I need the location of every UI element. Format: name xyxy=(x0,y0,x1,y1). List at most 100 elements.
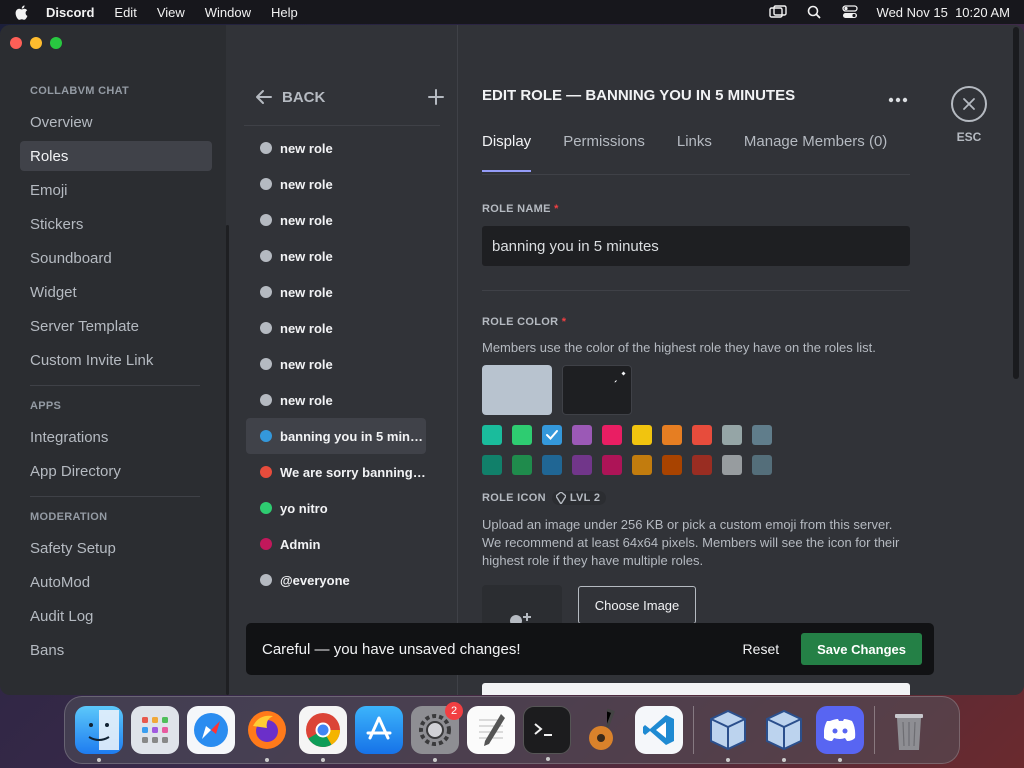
color-swatch[interactable] xyxy=(722,425,742,445)
garageband-icon[interactable] xyxy=(579,706,627,754)
sidebar-item-automod[interactable]: AutoMod xyxy=(20,567,212,597)
color-swatch[interactable] xyxy=(602,425,622,445)
role-item[interactable]: new role xyxy=(246,274,426,310)
zoom-window-button[interactable] xyxy=(50,37,62,49)
menu-view[interactable]: View xyxy=(157,5,185,20)
tab-display[interactable]: Display xyxy=(482,133,532,172)
default-color-swatch[interactable] xyxy=(482,365,552,415)
virtualbox-icon[interactable] xyxy=(704,706,752,762)
trash-icon[interactable] xyxy=(885,706,933,754)
role-name: new role xyxy=(280,284,333,300)
esc-close[interactable]: ESC xyxy=(951,86,987,144)
sidebar-item-app-directory[interactable]: App Directory xyxy=(20,456,212,486)
color-swatch[interactable] xyxy=(722,455,742,475)
sidebar-item-bans[interactable]: Bans xyxy=(20,635,212,665)
role-item[interactable]: Admin xyxy=(246,526,426,562)
menu-edit[interactable]: Edit xyxy=(114,5,136,20)
spotlight-search-icon[interactable] xyxy=(805,5,823,19)
role-color-description: Members use the color of the highest rol… xyxy=(482,340,876,355)
vscode-icon[interactable] xyxy=(635,706,683,754)
role-item[interactable]: new role xyxy=(246,202,426,238)
color-swatch[interactable] xyxy=(752,455,772,475)
role-item[interactable]: We are sorry banning you xyxy=(246,454,426,490)
role-item[interactable]: new role xyxy=(246,310,426,346)
role-item[interactable]: new role xyxy=(246,238,426,274)
sidebar-item-overview[interactable]: Overview xyxy=(20,107,212,137)
color-swatch[interactable] xyxy=(602,455,622,475)
role-list-scrollbar[interactable] xyxy=(226,225,229,695)
color-swatch[interactable] xyxy=(482,425,502,445)
back-arrow-icon[interactable] xyxy=(254,87,274,107)
chrome-icon[interactable] xyxy=(299,706,347,762)
more-options-icon[interactable] xyxy=(888,91,908,103)
firefox-icon[interactable] xyxy=(243,706,291,762)
color-swatch[interactable] xyxy=(572,425,592,445)
close-icon[interactable] xyxy=(951,86,987,122)
sidebar-item-safety-setup[interactable]: Safety Setup xyxy=(20,533,212,563)
color-swatch[interactable] xyxy=(512,425,532,445)
tab-manage-members[interactable]: Manage Members (0) xyxy=(744,133,887,172)
role-name-input[interactable]: banning you in 5 minutes xyxy=(482,226,910,266)
sidebar-item-audit-log[interactable]: Audit Log xyxy=(20,601,212,631)
color-swatch[interactable] xyxy=(572,455,592,475)
role-item[interactable]: new role xyxy=(246,346,426,382)
custom-color-swatch[interactable] xyxy=(562,365,632,415)
color-swatch[interactable] xyxy=(512,455,532,475)
color-swatch[interactable] xyxy=(692,455,712,475)
terminal-icon[interactable] xyxy=(523,706,571,761)
sidebar-item-widget[interactable]: Widget xyxy=(20,277,212,307)
sidebar-item-soundboard[interactable]: Soundboard xyxy=(20,243,212,273)
control-center-icon[interactable] xyxy=(841,5,859,19)
app-store-icon[interactable] xyxy=(355,706,403,754)
color-swatch[interactable] xyxy=(542,425,562,445)
color-swatch[interactable] xyxy=(752,425,772,445)
role-item[interactable]: @everyone xyxy=(246,562,426,598)
role-color-label: ROLE COLOR * xyxy=(482,316,566,328)
finder-icon[interactable] xyxy=(75,706,123,762)
tab-links[interactable]: Links xyxy=(677,133,712,172)
role-item[interactable]: new role xyxy=(246,130,426,166)
menubar-clock[interactable]: Wed Nov 15 10:20 AM xyxy=(877,5,1010,20)
color-swatch[interactable] xyxy=(632,425,652,445)
add-role-icon[interactable] xyxy=(428,89,444,105)
sidebar-item-emoji[interactable]: Emoji xyxy=(20,175,212,205)
virtualbox-icon[interactable] xyxy=(760,706,808,762)
launchpad-icon[interactable] xyxy=(131,706,179,754)
menu-help[interactable]: Help xyxy=(271,5,298,20)
role-item[interactable]: banning you in 5 minutes xyxy=(246,418,426,454)
color-swatch[interactable] xyxy=(482,455,502,475)
sidebar-item-roles[interactable]: Roles xyxy=(20,141,212,171)
apple-icon[interactable] xyxy=(14,4,28,20)
color-swatch[interactable] xyxy=(632,455,652,475)
save-changes-button[interactable]: Save Changes xyxy=(801,633,922,665)
main-scrollbar[interactable] xyxy=(1013,27,1019,379)
color-swatch[interactable] xyxy=(542,455,562,475)
sidebar-item-custom-invite-link[interactable]: Custom Invite Link xyxy=(20,345,212,375)
discord-icon[interactable] xyxy=(816,706,864,762)
notification-badge: 2 xyxy=(445,702,463,720)
color-swatch[interactable] xyxy=(692,425,712,445)
role-icon-upload-box[interactable] xyxy=(482,585,562,625)
role-item[interactable]: yo nitro xyxy=(246,490,426,526)
sidebar-item-stickers[interactable]: Stickers xyxy=(20,209,212,239)
screen-mirror-icon[interactable] xyxy=(768,5,787,19)
back-button[interactable]: BACK xyxy=(282,89,325,106)
textedit-icon[interactable] xyxy=(467,706,515,754)
menu-app-name[interactable]: Discord xyxy=(46,5,94,20)
reset-button[interactable]: Reset xyxy=(743,641,780,657)
sidebar-item-server-template[interactable]: Server Template xyxy=(20,311,212,341)
sidebar-item-integrations[interactable]: Integrations xyxy=(20,422,212,452)
color-swatch[interactable] xyxy=(662,425,682,445)
menu-window[interactable]: Window xyxy=(205,5,251,20)
close-window-button[interactable] xyxy=(10,37,22,49)
role-color-dot xyxy=(260,394,272,406)
choose-image-button[interactable]: Choose Image xyxy=(578,586,696,624)
safari-icon[interactable] xyxy=(187,706,235,754)
minimize-window-button[interactable] xyxy=(30,37,42,49)
unsaved-message: Careful — you have unsaved changes! xyxy=(262,640,521,658)
role-item[interactable]: new role xyxy=(246,166,426,202)
color-swatch[interactable] xyxy=(662,455,682,475)
system-settings-icon[interactable]: 2 xyxy=(411,702,463,762)
role-item[interactable]: new role xyxy=(246,382,426,418)
tab-permissions[interactable]: Permissions xyxy=(563,133,645,172)
